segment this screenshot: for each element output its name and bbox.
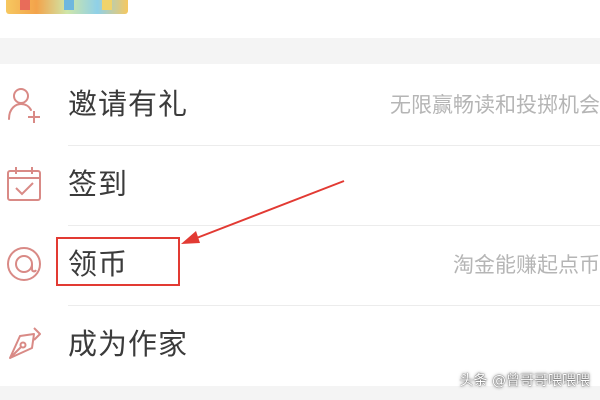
menu-item-label: 签到 xyxy=(68,167,129,201)
menu-list: 邀请有礼 无限赢畅读和投掷机会 签到 领币 淘金能赚起点币 成为作家 xyxy=(0,64,600,386)
banner-image[interactable] xyxy=(6,0,128,14)
menu-item-invite[interactable]: 邀请有礼 无限赢畅读和投掷机会 xyxy=(0,66,600,146)
add-user-icon xyxy=(8,88,40,123)
watermark: 头条 @曾哥哥喂喂喂 xyxy=(459,373,590,389)
menu-item-label: 成为作家 xyxy=(68,327,189,361)
section-gap xyxy=(0,38,600,64)
calendar-check-icon xyxy=(7,167,41,201)
coin-icon xyxy=(7,247,41,281)
menu-item-checkin[interactable]: 签到 xyxy=(0,146,600,226)
annotation-highlight-box xyxy=(56,237,180,286)
pen-nib-icon xyxy=(9,327,41,359)
menu-item-hint: 淘金能赚起点币 xyxy=(453,253,600,277)
top-section xyxy=(0,0,600,38)
menu-item-hint: 无限赢畅读和投掷机会 xyxy=(390,93,600,117)
menu-item-label: 邀请有礼 xyxy=(68,87,189,121)
